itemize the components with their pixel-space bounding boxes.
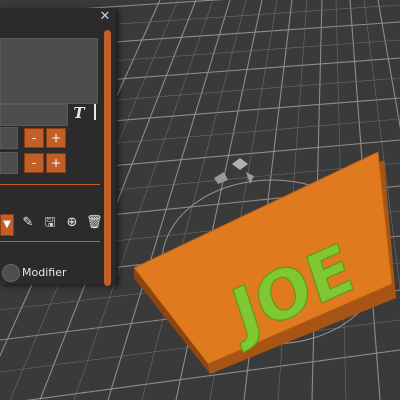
depth-increase-button[interactable]: +	[46, 153, 66, 173]
delete-icon[interactable]: 🗑	[86, 215, 103, 231]
add-icon[interactable]: ⊕	[64, 215, 80, 231]
save-icon[interactable]: 🖫	[42, 215, 58, 231]
font-icon[interactable]: T	[72, 103, 86, 123]
text-input[interactable]	[0, 104, 68, 126]
section-divider	[0, 184, 100, 185]
size-field[interactable]	[0, 127, 18, 149]
section-divider-bottom	[0, 241, 100, 242]
text-preview-area	[0, 38, 98, 104]
modifier-label: Modifier	[22, 266, 67, 279]
scrollbar-thumb[interactable]	[104, 30, 111, 286]
text-cursor-icon[interactable]	[94, 104, 100, 120]
depth-decrease-button[interactable]: -	[24, 153, 44, 173]
preset-dropdown[interactable]: ▼	[0, 214, 14, 236]
panel-scrollbar[interactable]	[104, 30, 111, 286]
size-increase-button[interactable]: +	[46, 128, 66, 148]
depth-field[interactable]	[0, 152, 18, 174]
edit-icon[interactable]: ✎	[20, 215, 36, 231]
close-icon[interactable]: ✕	[98, 10, 112, 24]
modifier-radio[interactable]	[2, 264, 20, 282]
text-tool-panel: ✕ T - + - + ▼ ✎ 🖫 ⊕ 🗑 Modifier	[0, 8, 117, 286]
size-decrease-button[interactable]: -	[24, 128, 44, 148]
